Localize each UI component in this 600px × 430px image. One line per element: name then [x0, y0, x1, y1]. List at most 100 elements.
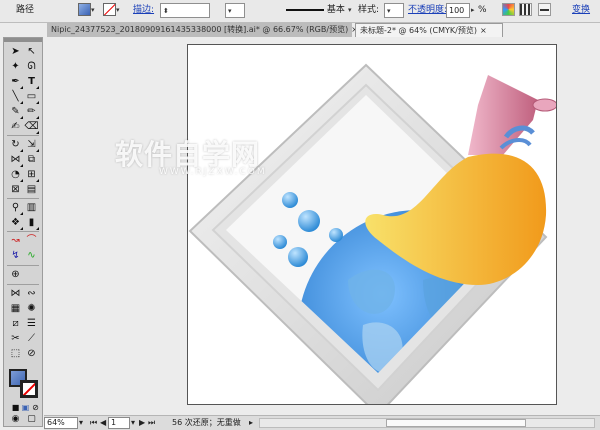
scale-tool-icon[interactable]: ⇲: [24, 137, 39, 152]
chevron-down-icon: ▾: [116, 6, 120, 14]
chart-tool-icon[interactable]: ▦: [8, 301, 23, 316]
profile-chevron[interactable]: ▾: [348, 3, 352, 18]
stroke-color-swatch[interactable]: [20, 380, 38, 398]
bubble: [288, 247, 308, 267]
paintbrush-tool-icon[interactable]: ✎: [8, 104, 23, 119]
toolbox-divider: [7, 135, 39, 136]
next-artboard-button[interactable]: ▶: [139, 417, 145, 429]
tab-label: Nipic_24377523_20180909161435338000 [转换]…: [51, 25, 349, 34]
opacity-unit: %: [478, 5, 487, 15]
free-transform-tool-icon[interactable]: ⧉: [24, 152, 39, 167]
zoom-dropdown[interactable]: ▾: [79, 417, 83, 429]
toolbox-divider: [7, 265, 39, 266]
pucker-tool-icon[interactable]: ✺: [24, 301, 39, 316]
prev-icon: ◀: [100, 418, 107, 427]
eraser-tool-icon[interactable]: ⌫: [24, 119, 39, 134]
fill-color-dropdown[interactable]: ▾: [78, 3, 95, 18]
artboard-dropdown[interactable]: ▾: [131, 417, 135, 429]
magic-wand-tool-icon[interactable]: ✦: [8, 59, 23, 74]
screen-mode-icon[interactable]: ▢: [24, 412, 39, 427]
gradient-tool-icon[interactable]: ▤: [24, 182, 39, 197]
prev-artboard-button[interactable]: ◀: [100, 417, 106, 429]
last-icon: ⏭: [148, 418, 156, 427]
chevron-down-icon: ▾: [387, 7, 391, 15]
envelope-tool-icon[interactable]: ⋈: [8, 286, 23, 301]
next-icon: ▶: [139, 418, 146, 427]
close-icon[interactable]: ×: [480, 26, 487, 35]
align-options-icon: [538, 3, 551, 16]
watermark-url: WWW.RJZXW.COM: [159, 167, 267, 177]
style-label: 样式:: [358, 5, 380, 15]
scissors-tool-icon[interactable]: ✂: [8, 331, 23, 346]
type-tool-icon[interactable]: T: [24, 74, 39, 89]
opacity-field[interactable]: 100: [446, 3, 470, 18]
no-stroke-icon: [103, 3, 116, 16]
last-artboard-button[interactable]: ⏭: [148, 417, 155, 429]
pencil-tool-icon[interactable]: ✏: [24, 104, 39, 119]
stroke-line-preview-icon: [286, 8, 324, 11]
mesh-tool-icon[interactable]: ⊠: [8, 182, 23, 197]
toolbox-divider: [7, 231, 39, 232]
blend-tool-icon[interactable]: ▥: [24, 200, 39, 215]
blob-brush-tool-icon[interactable]: ✍: [8, 119, 23, 134]
horizontal-scrollbar[interactable]: [259, 418, 595, 428]
color-wheel-icon: [502, 3, 515, 16]
column-graph-tool-icon[interactable]: ▮: [24, 215, 39, 230]
align-button[interactable]: [519, 3, 532, 18]
history-status: 56 次还原；无重做: [172, 418, 241, 427]
chevron-down-icon: ▾: [348, 6, 352, 14]
shape-builder-tool-icon[interactable]: ◔: [8, 167, 23, 182]
stroke-color-dropdown[interactable]: ▾: [103, 3, 120, 18]
opacity-label-link[interactable]: 不透明度:: [408, 3, 447, 18]
chevron-right-icon: ▸: [471, 6, 475, 14]
crosshair-tool-icon[interactable]: ⊕: [8, 267, 23, 282]
scroll-thumb[interactable]: [386, 419, 526, 427]
transform-link[interactable]: 变换: [572, 3, 590, 18]
artboard[interactable]: [187, 44, 557, 405]
stroke-weight-field[interactable]: ⬍: [160, 3, 210, 18]
brush-profile-dropdown[interactable]: 基本: [286, 3, 345, 18]
panel-grip[interactable]: [4, 38, 42, 42]
slice-tool-icon[interactable]: ⧄: [8, 316, 23, 331]
profile-label: 基本: [326, 5, 345, 15]
chevron-down-icon: ▾: [131, 418, 136, 427]
zoom-field[interactable]: 64%: [44, 417, 78, 429]
opacity-chevron[interactable]: ▸: [471, 3, 475, 18]
selection-tool-icon[interactable]: ➤: [8, 44, 23, 59]
chevron-down-icon: ▾: [228, 7, 232, 15]
path-edit-tool-icon[interactable]: ↝: [8, 233, 23, 248]
canvas-area[interactable]: 软件自学网 WWW.RJZXW.COM: [47, 37, 600, 415]
perspective-grid-tool-icon[interactable]: ⊞: [24, 167, 39, 182]
graphic-style-dropdown[interactable]: ▾: [384, 3, 404, 18]
artwork-illustration: [188, 63, 556, 404]
rotate-tool-icon[interactable]: ↻: [8, 137, 23, 152]
pen-tool-icon[interactable]: ✒: [8, 74, 23, 89]
curve-edit-tool-icon[interactable]: ⌒: [24, 233, 39, 248]
tab-document-1[interactable]: Nipic_24377523_20180909161435338000 [转换]…: [47, 23, 358, 37]
status-menu-button[interactable]: ▸: [249, 417, 253, 429]
rectangle-tool-icon[interactable]: ▭: [24, 89, 39, 104]
first-artboard-button[interactable]: ⏮: [90, 417, 97, 429]
variable-width-dropdown[interactable]: ▾: [225, 3, 245, 18]
recolor-artwork-button[interactable]: [502, 3, 515, 18]
slice-select-tool-icon[interactable]: ⊘: [24, 346, 39, 361]
tab-document-2[interactable]: 未标题-2* @ 64% (CMYK/预览) ×: [355, 23, 503, 37]
artboard-number-field[interactable]: 1: [108, 417, 130, 429]
hand-tool-icon[interactable]: [8, 354, 23, 369]
stroke-label-link[interactable]: 描边:: [133, 3, 154, 18]
smooth-tool-icon[interactable]: ∿: [24, 248, 39, 263]
knife-tool-icon[interactable]: ⟋: [24, 331, 39, 346]
line-tool-icon[interactable]: ╲: [8, 89, 23, 104]
tab-label: 未标题-2* @ 64% (CMYK/预览): [360, 26, 477, 35]
width-tool-icon[interactable]: ⋈: [8, 152, 23, 167]
align-dropdown[interactable]: [538, 3, 551, 18]
eyedropper-tool-icon[interactable]: ⚲: [8, 200, 23, 215]
list-tool-icon[interactable]: ☰: [24, 316, 39, 331]
direct-selection-tool-icon[interactable]: ↖: [24, 44, 39, 59]
draw-mode-icon[interactable]: ◉: [8, 412, 23, 427]
chevron-down-icon: ▾: [79, 418, 84, 427]
lasso-tool-icon[interactable]: ᘏ: [24, 59, 39, 74]
warp-tool-icon[interactable]: ∾: [24, 286, 39, 301]
symbol-sprayer-tool-icon[interactable]: ❖: [8, 215, 23, 230]
reshape-tool-icon[interactable]: ↯: [8, 248, 23, 263]
